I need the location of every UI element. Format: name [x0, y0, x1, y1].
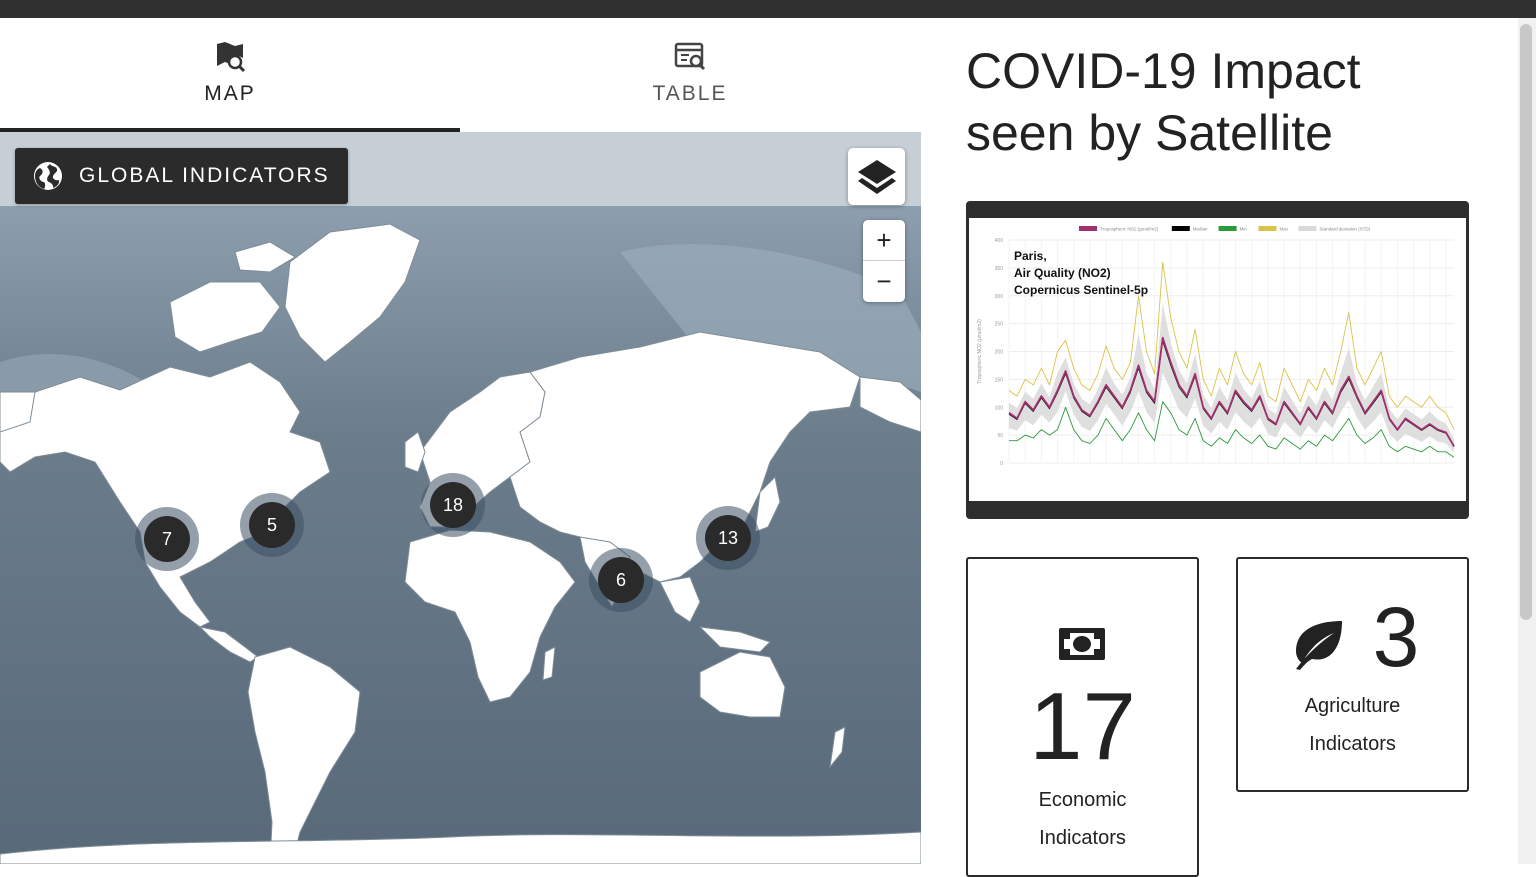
y-tick-label: 150 [995, 377, 1004, 383]
y-tick-label: 250 [995, 322, 1004, 328]
map-cluster-marker[interactable]: 5 [240, 493, 304, 557]
chart-caption-line: Copernicus Sentinel-5p [1014, 283, 1148, 297]
y-tick-label: 350 [995, 266, 1004, 272]
cluster-count: 13 [705, 515, 751, 561]
tab-table[interactable]: TABLE [460, 18, 920, 132]
agriculture-indicators-label: Agriculture Indicators [1238, 687, 1467, 763]
page-title-line2: seen by Satellite [966, 105, 1333, 161]
chart-caption-line: Paris, [1014, 249, 1047, 263]
agriculture-indicators-card[interactable]: 3 Agriculture Indicators [1236, 557, 1469, 792]
page-title-line1: COVID-19 Impact [966, 43, 1361, 99]
legend-label: Median [1193, 227, 1208, 232]
cluster-count: 7 [144, 516, 190, 562]
chart-image: 0 50 100 150 200 250 300 350 400 Tropospheric NO2… [969, 218, 1466, 501]
y-tick-label: 400 [995, 238, 1004, 244]
agriculture-label-line2: Indicators [1309, 733, 1396, 755]
left-pane: MAP TABLE GLOBAL INDICATORS + − 7 5 18 6… [0, 18, 921, 864]
right-pane: COVID-19 Impact seen by Satellite 0 50 100… [922, 18, 1518, 877]
zoom-control: + − [863, 220, 905, 302]
zoom-out-button[interactable]: − [863, 261, 905, 301]
y-tick-label: 200 [995, 350, 1004, 356]
y-tick-label: 50 [997, 433, 1003, 439]
legend-label: Standard deviation (STD) [1319, 227, 1370, 232]
legend-swatch [1171, 226, 1190, 231]
page-title: COVID-19 Impact seen by Satellite [966, 40, 1486, 164]
map-cluster-marker[interactable]: 13 [696, 506, 760, 570]
y-tick-label: 100 [995, 405, 1004, 411]
featured-chart-card[interactable]: 0 50 100 150 200 250 300 350 400 Tropospheric NO2… [966, 201, 1469, 519]
table-search-icon [674, 42, 706, 71]
agriculture-label-line1: Agriculture [1304, 695, 1401, 717]
legend-swatch [1298, 226, 1317, 231]
legend-label: Max [1280, 227, 1289, 232]
tab-map[interactable]: MAP [0, 18, 460, 132]
globe-icon [34, 162, 62, 190]
map-cluster-marker[interactable]: 7 [135, 507, 199, 571]
world-map[interactable]: GLOBAL INDICATORS + − 7 5 18 6 13 [0, 132, 921, 864]
map-cluster-marker[interactable]: 18 [421, 473, 485, 537]
leaf-icon [1296, 621, 1342, 670]
economic-label-line2: Indicators [1039, 827, 1126, 849]
economic-indicators-count: 17 [1029, 673, 1136, 780]
y-tick-label: 0 [1000, 461, 1003, 467]
cluster-count: 6 [598, 557, 644, 603]
layers-button[interactable] [848, 148, 905, 205]
layers-icon [857, 159, 896, 194]
economic-indicators-card[interactable]: 17 Economic Indicators [966, 557, 1199, 877]
y-tick-label: 300 [995, 294, 1004, 300]
std-band [1009, 303, 1454, 453]
legend-swatch [1079, 226, 1097, 231]
tab-table-label: TABLE [652, 82, 728, 105]
legend-label: Min [1240, 227, 1248, 232]
map-cluster-marker[interactable]: 6 [589, 548, 653, 612]
chart-caption-line: Air Quality (NO2) [1014, 266, 1111, 280]
agriculture-indicators-count: 3 [1372, 590, 1420, 684]
legend-label: Tropospheric NO2 (µmol/m2) [1100, 227, 1159, 232]
cluster-count: 5 [249, 502, 295, 548]
global-indicators-label: GLOBAL INDICATORS [79, 164, 330, 187]
y-axis-label: Tropospheric NO2 (µmol/m2) [977, 319, 983, 384]
scrollbar-thumb[interactable] [1520, 24, 1532, 620]
economic-label-line1: Economic [1038, 789, 1127, 811]
tab-bar: MAP TABLE [0, 18, 921, 132]
legend-swatch [1218, 226, 1237, 231]
tab-map-label: MAP [204, 82, 256, 105]
browser-top-bar [0, 0, 1536, 18]
banknote-icon [1059, 628, 1105, 660]
zoom-in-button[interactable]: + [863, 220, 905, 261]
map-search-icon [217, 42, 246, 73]
legend-swatch [1258, 226, 1277, 231]
no2-line-chart: 0 50 100 150 200 250 300 350 400 Tropospheric NO2… [977, 226, 1455, 467]
economic-indicators-label: Economic Indicators [968, 781, 1197, 857]
cluster-count: 18 [430, 482, 476, 528]
global-indicators-button[interactable]: GLOBAL INDICATORS [15, 148, 348, 204]
